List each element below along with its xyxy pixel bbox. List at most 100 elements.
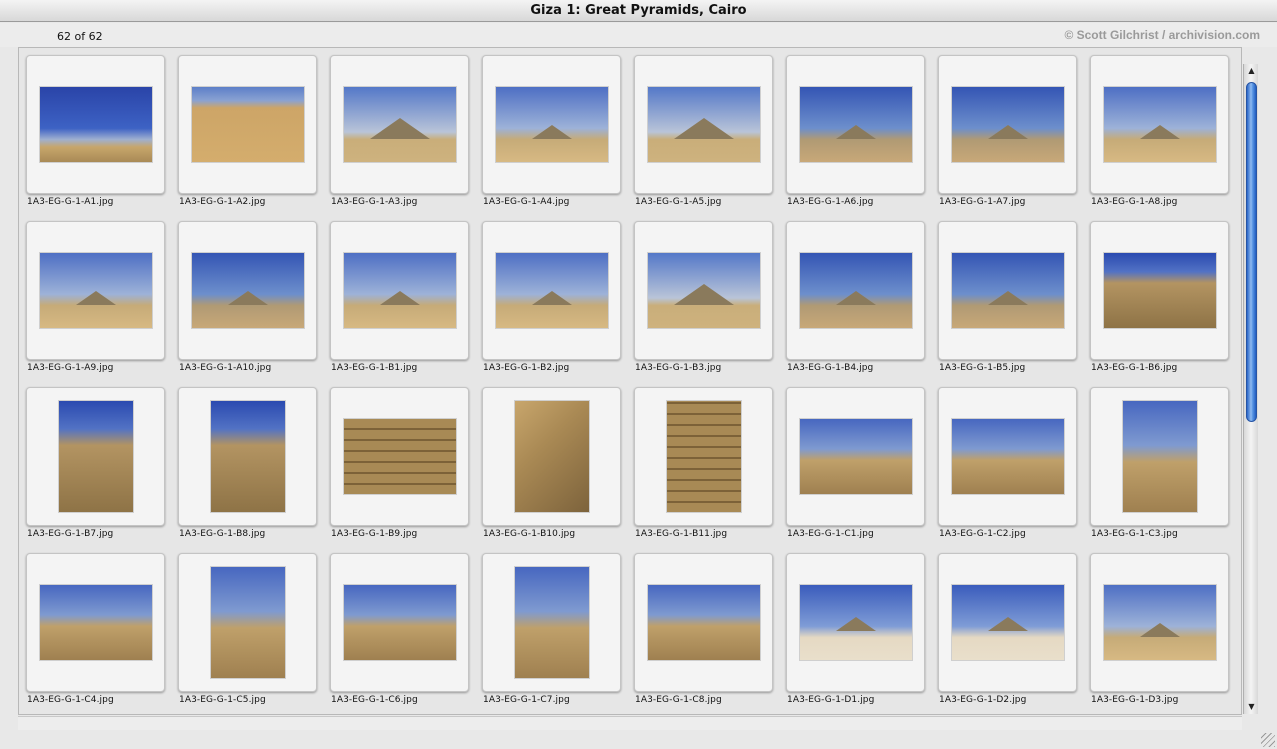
thumbnail-cell[interactable]: 1A3-EG-G-1-B7.jpg — [19, 380, 171, 540]
thumbnail-cell[interactable]: 1A3-EG-G-1-A5.jpg — [627, 48, 779, 208]
thumbnail-cell[interactable]: 1A3-EG-G-1-B3.jpg — [627, 214, 779, 374]
thumbnail-frame[interactable] — [1090, 553, 1229, 692]
thumbnail-cell[interactable]: 1A3-EG-G-1-B10.jpg — [475, 380, 627, 540]
thumbnail-cell[interactable]: 1A3-EG-G-1-B4.jpg — [779, 214, 931, 374]
thumbnail-cell[interactable]: 1A3-EG-G-1-A4.jpg — [475, 48, 627, 208]
scroll-thumb[interactable] — [1246, 82, 1257, 422]
thumbnail-frame[interactable] — [786, 221, 925, 360]
thumbnail-frame[interactable] — [178, 221, 317, 360]
thumbnail-frame[interactable] — [482, 221, 621, 360]
thumbnail-cell[interactable]: 1A3-EG-G-1-D1.jpg — [779, 546, 931, 706]
thumbnail-frame[interactable] — [178, 55, 317, 194]
thumbnail-cell[interactable]: 1A3-EG-G-1-C4.jpg — [19, 546, 171, 706]
thumbnail-image[interactable] — [496, 253, 608, 328]
thumbnail-frame[interactable] — [482, 553, 621, 692]
thumbnail-frame[interactable] — [482, 387, 621, 526]
thumbnail-image[interactable] — [952, 87, 1064, 162]
thumbnail-frame[interactable] — [634, 221, 773, 360]
thumbnail-frame[interactable] — [330, 553, 469, 692]
thumbnail-frame[interactable] — [26, 553, 165, 692]
thumbnail-frame[interactable] — [1090, 221, 1229, 360]
thumbnail-image[interactable] — [667, 401, 741, 512]
thumbnail-image[interactable] — [952, 253, 1064, 328]
thumbnail-cell[interactable]: 1A3-EG-G-1-C6.jpg — [323, 546, 475, 706]
thumbnail-cell[interactable]: 1A3-EG-G-1-B5.jpg — [931, 214, 1083, 374]
thumbnail-cell[interactable]: 1A3-EG-G-1-D3.jpg — [1083, 546, 1235, 706]
thumbnail-frame[interactable] — [634, 55, 773, 194]
thumbnail-image[interactable] — [344, 253, 456, 328]
thumbnail-cell[interactable]: 1A3-EG-G-1-B1.jpg — [323, 214, 475, 374]
thumbnail-image[interactable] — [952, 585, 1064, 660]
thumbnail-cell[interactable]: 1A3-EG-G-1-B6.jpg — [1083, 214, 1235, 374]
thumbnail-frame[interactable] — [786, 387, 925, 526]
thumbnail-cell[interactable]: 1A3-EG-G-1-D2.jpg — [931, 546, 1083, 706]
thumbnail-image[interactable] — [344, 585, 456, 660]
thumbnail-frame[interactable] — [786, 553, 925, 692]
thumbnail-frame[interactable] — [178, 553, 317, 692]
thumbnail-frame[interactable] — [938, 55, 1077, 194]
thumbnail-cell[interactable]: 1A3-EG-G-1-A6.jpg — [779, 48, 931, 208]
thumbnail-image[interactable] — [211, 567, 285, 678]
thumbnail-image[interactable] — [648, 585, 760, 660]
thumbnail-image[interactable] — [800, 585, 912, 660]
thumbnail-image[interactable] — [952, 419, 1064, 494]
thumbnail-image[interactable] — [40, 253, 152, 328]
thumbnail-frame[interactable] — [938, 387, 1077, 526]
thumbnail-cell[interactable]: 1A3-EG-G-1-B11.jpg — [627, 380, 779, 540]
thumbnail-image[interactable] — [344, 87, 456, 162]
thumbnail-cell[interactable]: 1A3-EG-G-1-A3.jpg — [323, 48, 475, 208]
thumbnail-image[interactable] — [515, 401, 589, 512]
thumbnail-image[interactable] — [1104, 253, 1216, 328]
thumbnail-image[interactable] — [59, 401, 133, 512]
thumbnail-cell[interactable]: 1A3-EG-G-1-C8.jpg — [627, 546, 779, 706]
thumbnail-cell[interactable]: 1A3-EG-G-1-A9.jpg — [19, 214, 171, 374]
thumbnail-image[interactable] — [648, 253, 760, 328]
thumbnail-image[interactable] — [496, 87, 608, 162]
thumbnail-cell[interactable]: 1A3-EG-G-1-A2.jpg — [171, 48, 323, 208]
thumbnail-image[interactable] — [192, 253, 304, 328]
thumbnail-image[interactable] — [344, 419, 456, 494]
thumbnail-frame[interactable] — [634, 553, 773, 692]
thumbnail-frame[interactable] — [330, 221, 469, 360]
scroll-up-icon[interactable]: ▲ — [1244, 64, 1259, 78]
thumbnail-image[interactable] — [1104, 87, 1216, 162]
thumbnail-image[interactable] — [1123, 401, 1197, 512]
thumbnail-frame[interactable] — [330, 55, 469, 194]
thumbnail-frame[interactable] — [26, 221, 165, 360]
thumbnail-frame[interactable] — [634, 387, 773, 526]
thumbnail-frame[interactable] — [1090, 55, 1229, 194]
thumbnail-image[interactable] — [515, 567, 589, 678]
thumbnail-frame[interactable] — [26, 55, 165, 194]
thumbnail-image[interactable] — [800, 87, 912, 162]
thumbnail-cell[interactable]: 1A3-EG-G-1-C3.jpg — [1083, 380, 1235, 540]
thumbnail-frame[interactable] — [938, 553, 1077, 692]
thumbnail-frame[interactable] — [482, 55, 621, 194]
scroll-down-icon[interactable]: ▼ — [1244, 700, 1259, 714]
vertical-scrollbar[interactable]: ▲ ▼ — [1243, 64, 1258, 714]
thumbnail-image[interactable] — [648, 87, 760, 162]
thumbnail-cell[interactable]: 1A3-EG-G-1-A8.jpg — [1083, 48, 1235, 208]
thumbnail-image[interactable] — [40, 585, 152, 660]
thumbnail-frame[interactable] — [1090, 387, 1229, 526]
thumbnail-frame[interactable] — [330, 387, 469, 526]
thumbnail-frame[interactable] — [26, 387, 165, 526]
thumbnail-image[interactable] — [800, 419, 912, 494]
thumbnail-frame[interactable] — [178, 387, 317, 526]
thumbnail-image[interactable] — [192, 87, 304, 162]
thumbnail-cell[interactable]: 1A3-EG-G-1-C2.jpg — [931, 380, 1083, 540]
thumbnail-frame[interactable] — [938, 221, 1077, 360]
thumbnail-cell[interactable]: 1A3-EG-G-1-B9.jpg — [323, 380, 475, 540]
thumbnail-cell[interactable]: 1A3-EG-G-1-A10.jpg — [171, 214, 323, 374]
thumbnail-image[interactable] — [211, 401, 285, 512]
thumbnail-image[interactable] — [40, 87, 152, 162]
thumbnail-cell[interactable]: 1A3-EG-G-1-A7.jpg — [931, 48, 1083, 208]
thumbnail-cell[interactable]: 1A3-EG-G-1-A1.jpg — [19, 48, 171, 208]
thumbnail-cell[interactable]: 1A3-EG-G-1-B2.jpg — [475, 214, 627, 374]
thumbnail-image[interactable] — [1104, 585, 1216, 660]
thumbnail-cell[interactable]: 1A3-EG-G-1-B8.jpg — [171, 380, 323, 540]
thumbnail-image[interactable] — [800, 253, 912, 328]
thumbnail-frame[interactable] — [786, 55, 925, 194]
thumbnail-cell[interactable]: 1A3-EG-G-1-C5.jpg — [171, 546, 323, 706]
resize-grip-icon[interactable] — [1261, 733, 1275, 747]
thumbnail-cell[interactable]: 1A3-EG-G-1-C7.jpg — [475, 546, 627, 706]
